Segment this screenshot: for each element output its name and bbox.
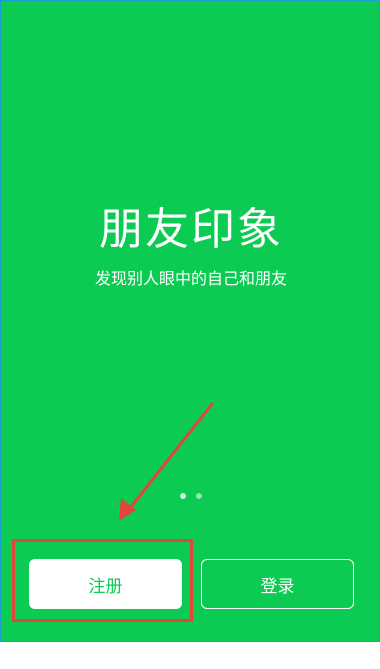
screen: 朋友印象 发现别人眼中的自己和朋友 注册 登录 <box>0 0 380 669</box>
page-dot <box>196 493 202 499</box>
login-button[interactable]: 登录 <box>201 559 354 609</box>
page-dot-active <box>180 493 186 499</box>
login-button-label: 登录 <box>260 576 295 597</box>
app-title: 朋友印象 <box>99 204 283 255</box>
annotation-highlight-box <box>12 539 193 622</box>
app-subtitle: 发现别人眼中的自己和朋友 <box>94 269 287 288</box>
page-indicator <box>1 493 380 499</box>
